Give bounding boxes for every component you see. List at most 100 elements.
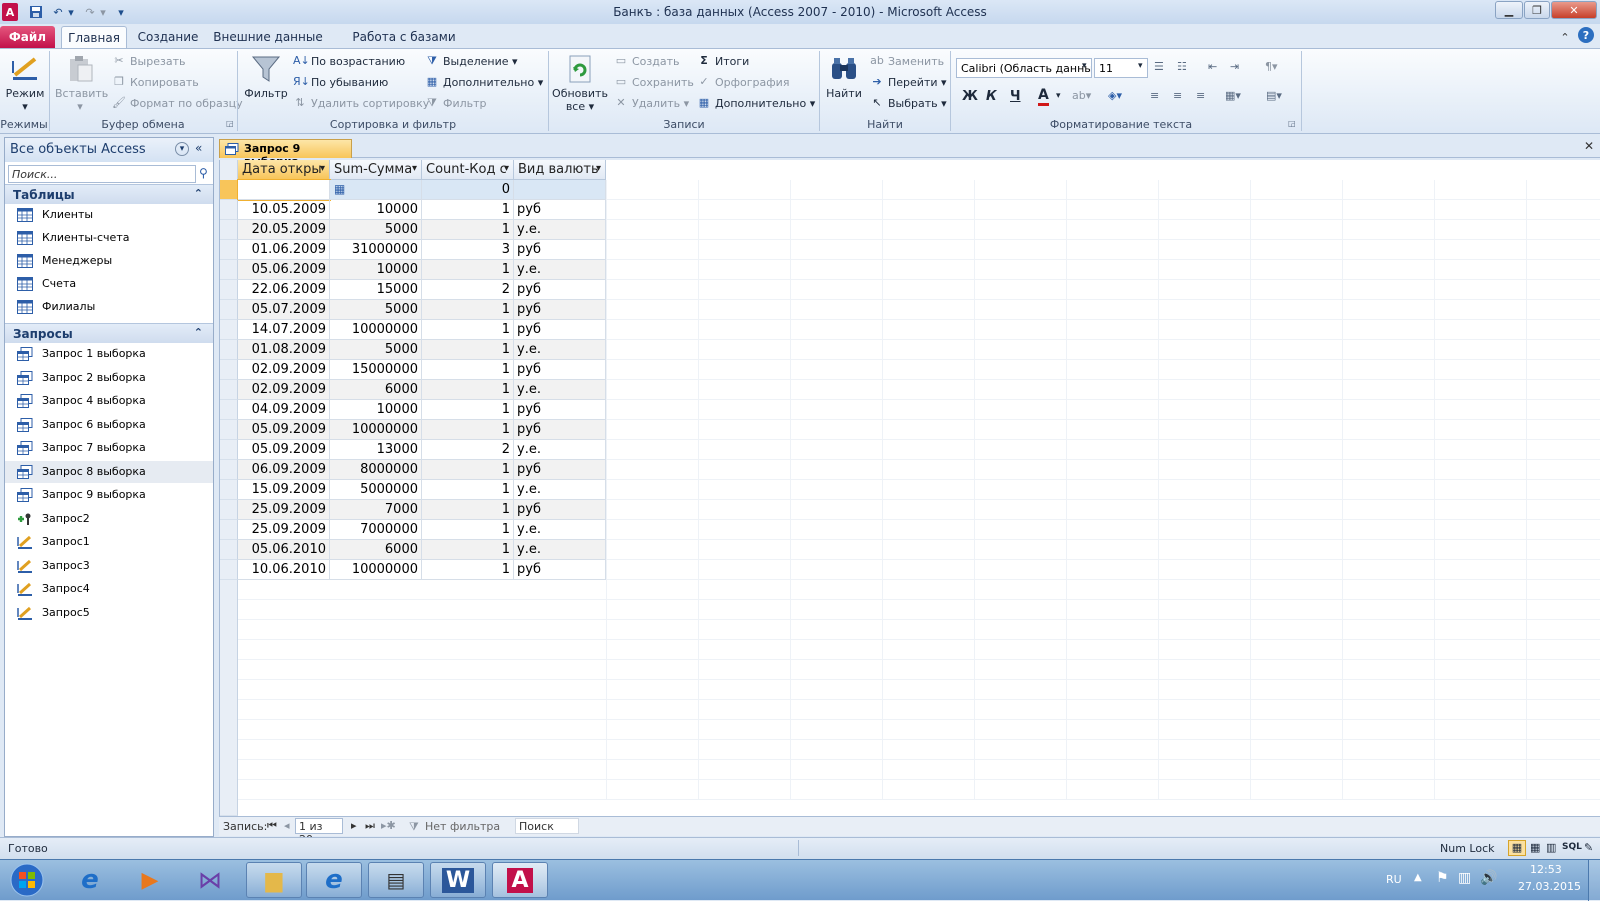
view-button[interactable]: Режим ▾ <box>3 53 47 113</box>
row-selector[interactable] <box>220 420 238 440</box>
nav-query-item[interactable]: Запрос 4 выборка <box>5 390 213 412</box>
table-cell[interactable]: 2 <box>422 280 514 300</box>
table-cell[interactable]: 22.06.2009 <box>238 280 330 300</box>
taskbar-access[interactable]: A <box>492 862 548 898</box>
nav-query-item[interactable]: Запрос 6 выборка <box>5 414 213 436</box>
column-header[interactable]: Дата откры ▾ <box>238 160 330 180</box>
close-window-button[interactable]: ✕ <box>1551 1 1597 19</box>
network-icon[interactable]: ▥ <box>1458 870 1471 886</box>
font-size-dropdown-icon[interactable]: ▾ <box>1138 61 1143 71</box>
table-cell[interactable]: 06.09.2009 <box>238 460 330 480</box>
table-cell[interactable]: 01.08.2009 <box>238 340 330 360</box>
start-button[interactable] <box>2 862 52 898</box>
row-selector[interactable] <box>220 200 238 220</box>
minimize-button[interactable]: ▁ <box>1495 1 1523 19</box>
table-row[interactable]: 05.07.2009 5000 1 руб <box>220 300 606 320</box>
sort-descending-button[interactable]: Я↓ По убыванию <box>293 75 388 89</box>
table-cell[interactable]: 14.07.2009 <box>238 320 330 340</box>
table-row[interactable]: 10.06.2010 10000000 1 руб <box>220 560 606 580</box>
nav-section-tables[interactable]: Таблицы ⌃ <box>5 184 213 204</box>
first-record-icon[interactable]: ⏮ <box>267 819 277 833</box>
text-formatting-launcher-icon[interactable]: ◲ <box>1288 119 1296 128</box>
refresh-all-button[interactable]: Обновить все ▾ <box>552 53 608 113</box>
table-cell[interactable]: 10.06.2010 <box>238 560 330 580</box>
table-cell[interactable]: 15000 <box>330 280 422 300</box>
table-cell[interactable]: 20.05.2009 <box>238 220 330 240</box>
table-row[interactable]: 06.09.2009 8000000 1 руб <box>220 460 606 480</box>
table-cell[interactable]: 05.09.2009 <box>238 440 330 460</box>
close-document-icon[interactable]: ✕ <box>1584 139 1594 153</box>
row-selector[interactable] <box>220 280 238 300</box>
table-cell[interactable]: у.е. <box>514 480 606 500</box>
paste-button[interactable]: Вставить ▾ <box>55 53 108 113</box>
table-cell[interactable]: 15.09.2009 <box>238 480 330 500</box>
fill-color-icon[interactable]: ◈▾ <box>1108 89 1122 102</box>
table-cell[interactable]: 7000 <box>330 500 422 520</box>
last-record-icon[interactable]: ⏭ <box>365 819 375 833</box>
table-cell[interactable]: 7000000 <box>330 520 422 540</box>
nav-query-item[interactable]: Запрос1 <box>5 531 213 553</box>
table-cell[interactable]: 02.09.2009 <box>238 360 330 380</box>
table-cell[interactable] <box>237 179 331 201</box>
table-cell[interactable]: 13000 <box>330 440 422 460</box>
nav-table-item[interactable]: Клиенты <box>5 204 213 226</box>
table-row[interactable]: 04.09.2009 10000 1 руб <box>220 400 606 420</box>
increase-indent-icon[interactable]: ⇥ <box>1230 60 1239 73</box>
table-cell[interactable]: 2 <box>422 440 514 460</box>
highlight-icon[interactable]: ab▾ <box>1072 89 1091 102</box>
table-row[interactable]: 05.06.2010 6000 1 у.е. <box>220 540 606 560</box>
table-cell[interactable]: у.е. <box>514 440 606 460</box>
table-cell[interactable]: 04.09.2009 <box>238 400 330 420</box>
table-cell[interactable]: у.е. <box>514 220 606 240</box>
bold-button[interactable]: Ж <box>962 89 978 104</box>
tab-database-tools[interactable]: Работа с базами данных <box>332 26 476 58</box>
table-row[interactable]: 01.08.2009 5000 1 у.е. <box>220 340 606 360</box>
table-row[interactable]: 10.05.2009 10000 1 руб <box>220 200 606 220</box>
table-row[interactable]: 02.09.2009 6000 1 у.е. <box>220 380 606 400</box>
font-color-icon[interactable]: A <box>1038 87 1049 106</box>
table-cell[interactable]: 10000 <box>330 400 422 420</box>
taskbar-explorer[interactable]: ▆ <box>246 862 302 898</box>
goto-button[interactable]: ➔ Перейти ▾ <box>870 75 946 89</box>
nav-section-queries[interactable]: Запросы ⌃ <box>5 323 213 343</box>
gridlines-icon[interactable]: ▦▾ <box>1225 89 1241 102</box>
find-button[interactable]: Найти <box>823 53 865 100</box>
table-cell[interactable] <box>514 180 606 200</box>
table-cell[interactable]: 10000000 <box>330 420 422 440</box>
row-selector[interactable] <box>220 500 238 520</box>
table-cell[interactable]: 10000 <box>330 260 422 280</box>
table-cell[interactable]: руб <box>514 240 606 260</box>
totals-button[interactable]: Σ Итоги <box>697 54 749 68</box>
align-center-icon[interactable]: ≡ <box>1173 89 1182 102</box>
numbering-icon[interactable]: ☷ <box>1177 60 1187 73</box>
next-record-icon[interactable]: ▸ <box>351 819 357 832</box>
nav-query-item[interactable]: Запрос4 <box>5 578 213 600</box>
navigation-pane-header[interactable]: Все объекты Access ▾ « <box>5 138 213 162</box>
align-right-icon[interactable]: ≡ <box>1196 89 1205 102</box>
row-selector[interactable] <box>220 300 238 320</box>
taskbar-document-viewer[interactable]: ▤ <box>368 862 424 898</box>
action-center-flag-icon[interactable]: ⚑ <box>1436 870 1449 886</box>
table-cell[interactable]: 1 <box>422 260 514 280</box>
nav-table-item[interactable]: Филиалы <box>5 296 213 318</box>
record-search-input[interactable]: Поиск <box>515 818 579 834</box>
table-cell[interactable]: руб <box>514 300 606 320</box>
nav-query-item[interactable]: Запрос5 <box>5 602 213 624</box>
table-row[interactable]: 25.09.2009 7000 1 руб <box>220 500 606 520</box>
select-button[interactable]: ↖ Выбрать ▾ <box>870 96 946 110</box>
table-cell[interactable]: 6000 <box>330 540 422 560</box>
clipboard-launcher-icon[interactable]: ◲ <box>226 119 234 128</box>
row-selector[interactable] <box>220 240 238 260</box>
nav-table-item[interactable]: Счета <box>5 273 213 295</box>
table-cell[interactable]: 3 <box>422 240 514 260</box>
table-row[interactable]: 15.09.2009 5000000 1 у.е. <box>220 480 606 500</box>
table-cell[interactable]: 1 <box>422 520 514 540</box>
column-header[interactable]: Count-Код с ▾ <box>422 160 514 180</box>
show-hidden-icons-icon[interactable]: ▲ <box>1414 872 1422 883</box>
table-row[interactable]: 14.07.2009 10000000 1 руб <box>220 320 606 340</box>
row-selector[interactable] <box>220 180 238 200</box>
table-cell[interactable]: руб <box>514 320 606 340</box>
row-selector[interactable] <box>220 360 238 380</box>
pivot-chart-view-icon[interactable]: ▥ <box>1546 841 1556 854</box>
table-cell[interactable]: 05.09.2009 <box>238 420 330 440</box>
